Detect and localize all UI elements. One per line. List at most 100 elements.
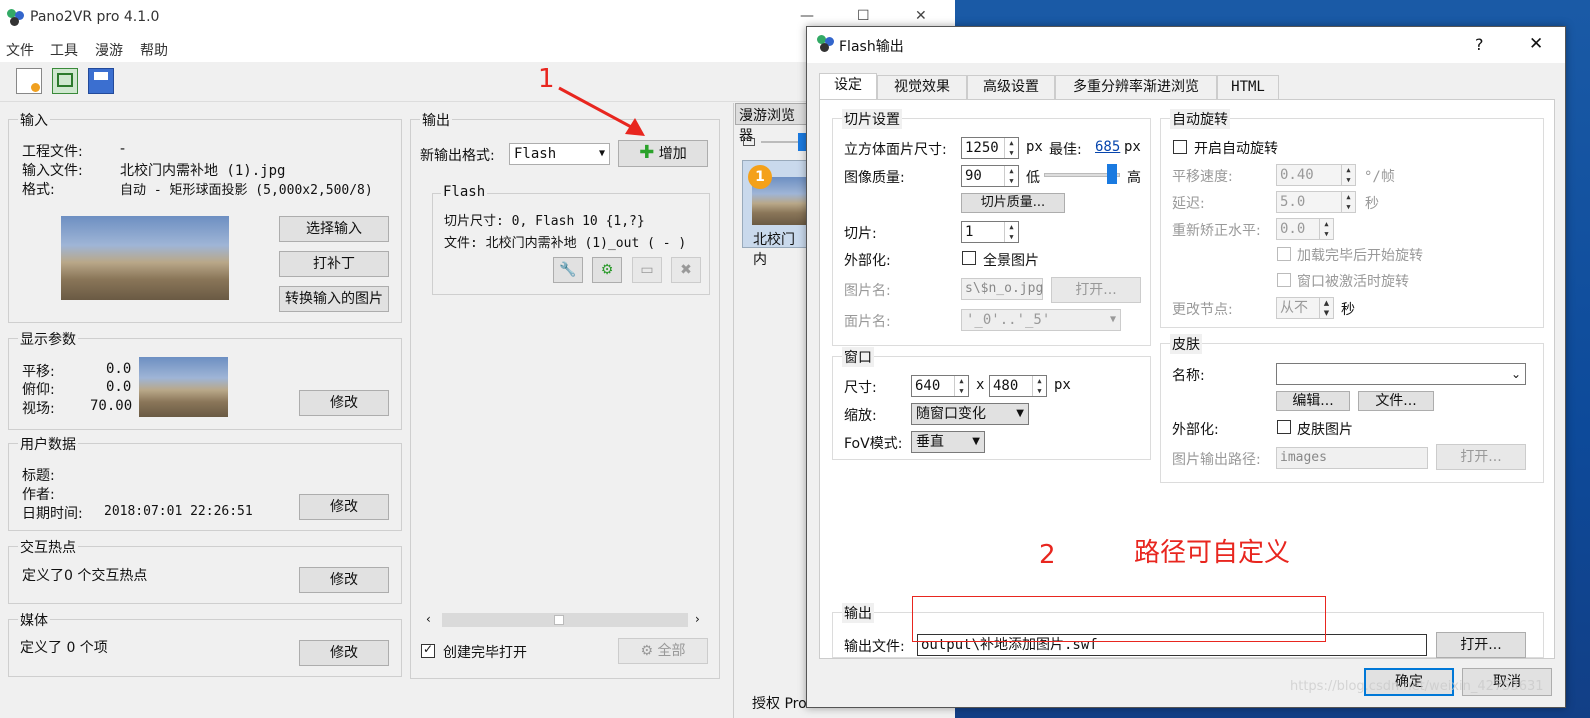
- open-after-create-checkbox[interactable]: ✓: [421, 642, 435, 658]
- tab-multires[interactable]: 多重分辨率渐进浏览: [1055, 75, 1217, 99]
- menu-file[interactable]: 文件: [6, 40, 34, 60]
- cube-size-input[interactable]: 1250 ▲ ▼: [961, 137, 1019, 159]
- skin-file-button[interactable]: 文件...: [1358, 391, 1434, 411]
- spin-arrows-icon[interactable]: ▲ ▼: [1004, 222, 1018, 242]
- menu-help[interactable]: 帮助: [140, 40, 168, 60]
- face-name-select[interactable]: '_0'..'_5' ▼: [961, 309, 1121, 331]
- rotate-speed-input[interactable]: 0.40 ▲ ▼: [1276, 164, 1356, 186]
- build-all-button[interactable]: ⚙ 全部: [618, 638, 708, 664]
- watermark-text: https://blog.csdn.net/weixin_42753631: [1290, 679, 1544, 694]
- pan-label: 平移:: [22, 364, 55, 380]
- main-window-title: Pano2VR pro 4.1.0: [30, 9, 160, 25]
- tile-quality-button[interactable]: 切片质量...: [961, 193, 1065, 213]
- wrench-icon[interactable]: 🔧: [553, 257, 583, 283]
- patch-button[interactable]: 打补丁: [279, 251, 389, 277]
- tiles-value: 1: [965, 224, 974, 240]
- image-name-open-button[interactable]: 打开...: [1051, 277, 1141, 303]
- plus-icon: ✚: [639, 142, 655, 163]
- scale-value: 随窗口变化: [916, 406, 986, 422]
- close-button[interactable]: ✕: [915, 8, 927, 24]
- scroll-thumb[interactable]: [554, 615, 564, 625]
- rotate-on-activate-checkbox[interactable]: [1277, 273, 1291, 287]
- minimize-button[interactable]: —: [800, 8, 814, 24]
- tab-advanced[interactable]: 高级设置: [967, 75, 1055, 99]
- new-format-value: Flash: [514, 146, 557, 162]
- fov-mode-select[interactable]: 垂直 ▼: [911, 431, 985, 453]
- quality-input[interactable]: 90 ▲ ▼: [961, 165, 1019, 187]
- rotate-delay-label: 延迟:: [1172, 196, 1205, 212]
- dialog-logo-icon: [817, 35, 835, 53]
- help-button[interactable]: ?: [1475, 35, 1484, 54]
- scroll-track[interactable]: [442, 613, 688, 627]
- skin-name-label: 名称:: [1172, 368, 1205, 384]
- spin-arrows-icon[interactable]: ▲ ▼: [1004, 138, 1018, 158]
- select-input-button[interactable]: 选择输入: [279, 216, 389, 242]
- tilt-label: 俯仰:: [22, 382, 55, 398]
- media-modify-button[interactable]: 修改: [299, 640, 389, 666]
- skin-group-title: 皮肤: [1170, 334, 1202, 354]
- maximize-button[interactable]: ☐: [857, 8, 870, 24]
- skin-name-select[interactable]: ⌄: [1276, 363, 1526, 385]
- scroll-right-icon[interactable]: ›: [695, 612, 700, 626]
- new-format-select[interactable]: Flash ▼: [509, 143, 610, 165]
- spin-arrows-icon[interactable]: ▲ ▼: [1341, 192, 1355, 212]
- hotspot-title: 交互热点: [18, 537, 78, 557]
- tour-zoom-slider[interactable]: [743, 133, 808, 151]
- output-open-button[interactable]: 打开...: [1436, 632, 1526, 658]
- quality-slider-thumb[interactable]: [1107, 164, 1117, 184]
- dialog-close-button[interactable]: ✕: [1529, 34, 1543, 54]
- spin-arrows-icon[interactable]: ▲ ▼: [1319, 219, 1333, 239]
- menu-tools[interactable]: 工具: [50, 40, 78, 60]
- cube-size-unit: px: [1026, 139, 1043, 155]
- spin-arrows-icon[interactable]: ▲ ▼: [1004, 166, 1018, 186]
- save-icon[interactable]: [88, 68, 114, 94]
- tab-visual-effects[interactable]: 视觉效果: [877, 75, 967, 99]
- autorotate-enable-checkbox[interactable]: [1173, 140, 1187, 154]
- new-project-icon[interactable]: [16, 68, 42, 94]
- scale-select[interactable]: 随窗口变化 ▼: [911, 403, 1029, 425]
- window-height-input[interactable]: 480 ▲ ▼: [989, 375, 1047, 397]
- spin-arrows-icon[interactable]: ▲ ▼: [1319, 298, 1333, 318]
- spin-arrows-icon[interactable]: ▲ ▼: [1032, 376, 1046, 396]
- chevron-down-icon: ▼: [1109, 314, 1116, 325]
- add-output-button[interactable]: ✚ 增加: [618, 140, 708, 167]
- scroll-left-icon[interactable]: ‹: [426, 612, 431, 626]
- gear-icon[interactable]: ⚙: [592, 257, 622, 283]
- tour-browser-tab[interactable]: 漫游浏览器: [735, 103, 808, 144]
- spin-arrows-icon[interactable]: ▲ ▼: [1341, 165, 1355, 185]
- display-params-title: 显示参数: [18, 329, 78, 349]
- zoom-thumb[interactable]: [798, 133, 806, 151]
- delete-icon[interactable]: ✖: [671, 257, 701, 283]
- fov-value: 70.00: [90, 398, 133, 414]
- spin-arrows-icon[interactable]: ▲ ▼: [954, 376, 968, 396]
- quality-label: 图像质量:: [844, 170, 905, 186]
- tab-html[interactable]: HTML: [1217, 75, 1279, 99]
- change-node-input[interactable]: 从不 ▲ ▼: [1276, 297, 1334, 319]
- rotate-after-load-checkbox[interactable]: [1277, 247, 1291, 261]
- relevel-input[interactable]: 0.0 ▲ ▼: [1276, 218, 1334, 240]
- input-group-title: 输入: [18, 110, 50, 130]
- display-modify-button[interactable]: 修改: [299, 390, 389, 416]
- rotate-delay-value: 5.0: [1280, 194, 1306, 210]
- change-node-label: 更改节点:: [1172, 302, 1233, 318]
- tab-settings[interactable]: 设定: [819, 73, 877, 100]
- hotspot-modify-button[interactable]: 修改: [299, 567, 389, 593]
- horizontal-scrollbar[interactable]: ‹ ›: [422, 611, 708, 629]
- best-size-link[interactable]: 685: [1095, 139, 1120, 155]
- tiles-input[interactable]: 1 ▲ ▼: [961, 221, 1019, 243]
- skin-images-checkbox[interactable]: [1277, 420, 1291, 434]
- open-project-icon[interactable]: [52, 68, 78, 94]
- image-path-input[interactable]: images: [1276, 447, 1428, 469]
- user-modify-button[interactable]: 修改: [299, 494, 389, 520]
- gears-icon: ⚙: [640, 643, 654, 659]
- convert-input-button[interactable]: 转换输入的图片: [279, 286, 389, 312]
- window-group-title: 窗口: [842, 347, 874, 367]
- externalize-pano-checkbox[interactable]: [962, 251, 976, 265]
- menu-tour[interactable]: 漫游: [95, 40, 123, 60]
- image-path-open-button[interactable]: 打开...: [1436, 444, 1526, 470]
- image-name-input[interactable]: s\$n_o.jpg: [961, 278, 1043, 300]
- rotate-delay-input[interactable]: 5.0 ▲ ▼: [1276, 191, 1356, 213]
- skin-edit-button[interactable]: 编辑...: [1276, 391, 1350, 411]
- preview-icon[interactable]: ▭: [632, 257, 662, 283]
- window-width-input[interactable]: 640 ▲ ▼: [911, 375, 969, 397]
